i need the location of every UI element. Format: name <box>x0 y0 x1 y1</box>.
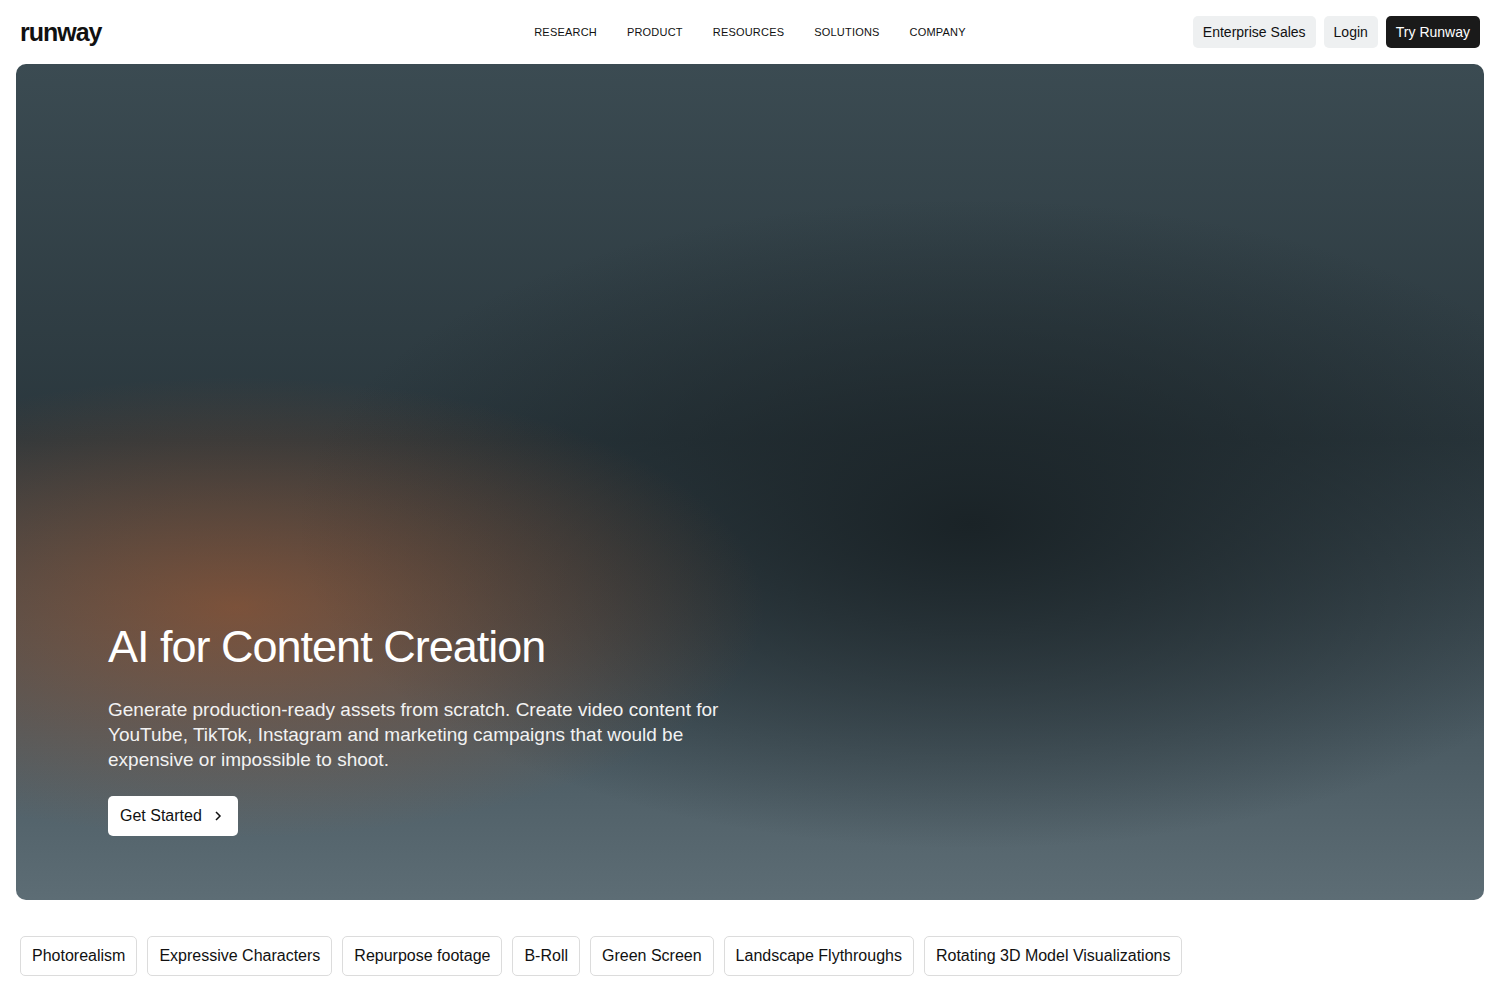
hero-title: AI for Content Creation <box>108 621 1484 673</box>
use-case-chip[interactable]: Repurpose footage <box>342 936 502 976</box>
nav-link[interactable]: COMPANY <box>910 26 966 38</box>
top-nav: runway RESEARCH PRODUCT RESOURCES SOLUTIONS… <box>0 0 1500 64</box>
nav-link[interactable]: RESEARCH <box>534 26 597 38</box>
get-started-button[interactable]: Get Started <box>108 796 238 836</box>
use-case-chip[interactable]: Photorealism <box>20 936 137 976</box>
nav-button[interactable]: Try Runway <box>1386 16 1480 48</box>
hero-content: AI for Content Creation Generate product… <box>108 621 1484 836</box>
nav-links: RESEARCH PRODUCT RESOURCES SOLUTIONS COMPANY <box>534 26 966 38</box>
use-case-chip[interactable]: Green Screen <box>590 936 714 976</box>
hero-banner: AI for Content Creation Generate product… <box>16 64 1484 900</box>
hero-description: Generate production-ready assets from sc… <box>108 697 768 772</box>
nav-link[interactable]: RESOURCES <box>713 26 784 38</box>
nav-actions: Enterprise SalesLoginTry Runway <box>966 16 1480 48</box>
use-case-chip[interactable]: Landscape Flythroughs <box>724 936 914 976</box>
runway-logo[interactable]: runway <box>20 18 534 47</box>
page: runway RESEARCH PRODUCT RESOURCES SOLUTIONS… <box>0 0 1500 1000</box>
nav-link[interactable]: PRODUCT <box>627 26 683 38</box>
use-case-chips: PhotorealismExpressive CharactersRepurpo… <box>0 900 1500 976</box>
use-case-chip[interactable]: Rotating 3D Model Visualizations <box>924 936 1183 976</box>
nav-button[interactable]: Login <box>1324 16 1378 48</box>
chevron-right-icon <box>212 810 224 822</box>
nav-link[interactable]: SOLUTIONS <box>814 26 879 38</box>
use-case-chip[interactable]: B-Roll <box>512 936 580 976</box>
nav-button[interactable]: Enterprise Sales <box>1193 16 1316 48</box>
use-case-chip[interactable]: Expressive Characters <box>147 936 332 976</box>
